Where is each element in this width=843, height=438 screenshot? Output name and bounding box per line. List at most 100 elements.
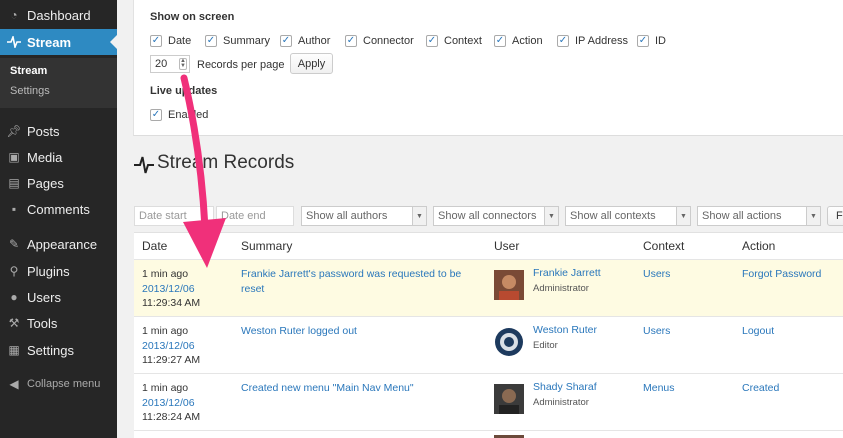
- column-toggle-id[interactable]: ✓ ID: [637, 35, 666, 47]
- table-row: 1 min ago 2013/12/06 11:29:34 AM Frankie…: [134, 259, 843, 316]
- contexts-filter-select[interactable]: Show all contexts ▼: [565, 206, 691, 226]
- column-header-summary[interactable]: Summary: [241, 239, 292, 253]
- actions-filter-select[interactable]: Show all actions ▼: [697, 206, 821, 226]
- sidebar-item-pages[interactable]: ▤ Pages: [0, 170, 117, 196]
- checkbox-checked[interactable]: ✓: [280, 35, 292, 47]
- plug-icon: ⚲: [9, 264, 19, 278]
- column-header-user[interactable]: User: [494, 239, 519, 253]
- live-updates-toggle[interactable]: ✓ Enabled: [150, 109, 208, 121]
- brush-icon: ✎: [8, 237, 20, 251]
- authors-filter-select[interactable]: Show all authors ▼: [301, 206, 427, 226]
- connectors-filter-select[interactable]: Show all connectors ▼: [433, 206, 559, 226]
- sidebar-item-users[interactable]: ● Users: [0, 284, 117, 310]
- apply-button[interactable]: Apply: [290, 53, 333, 74]
- stream-submenu: Stream Settings: [0, 58, 117, 108]
- records-table: Date Summary User Context Action 1 min a…: [134, 232, 843, 438]
- stream-logo-icon: [134, 156, 154, 174]
- column-toggle-ip-address[interactable]: ✓ IP Address: [557, 35, 628, 47]
- records-per-page-label: Records per page: [197, 59, 285, 71]
- sidebar-item-stream[interactable]: Stream: [0, 29, 117, 55]
- summary-cell: Weston Ruter logged out: [241, 325, 357, 337]
- user-link[interactable]: Weston Ruter: [533, 324, 597, 336]
- checkbox-checked[interactable]: ✓: [345, 35, 357, 47]
- action-link[interactable]: Created: [742, 381, 779, 396]
- sidebar-item-label: Comments: [27, 201, 90, 217]
- sidebar-item-dashboard[interactable]: ◔ Dashboard: [0, 2, 117, 28]
- checkbox-checked[interactable]: ✓: [557, 35, 569, 47]
- context-link[interactable]: Menus: [643, 381, 675, 396]
- comment-icon: ▪: [11, 202, 17, 216]
- column-toggle-context[interactable]: ✓ Context: [426, 35, 482, 47]
- column-toggle-date[interactable]: ✓ Date: [150, 35, 191, 47]
- column-toggle-summary[interactable]: ✓ Summary: [205, 35, 270, 47]
- chevron-down-icon: ▼: [676, 207, 690, 225]
- chevron-down-icon: ▼: [412, 207, 426, 225]
- checkbox-checked[interactable]: ✓: [205, 35, 217, 47]
- date-link[interactable]: 2013/12/06: [142, 282, 200, 297]
- table-row: [134, 430, 843, 438]
- wrench-icon: ⚒: [8, 316, 20, 330]
- column-toggle-author[interactable]: ✓ Author: [280, 35, 330, 47]
- sidebar-item-plugins[interactable]: ⚲ Plugins: [0, 258, 117, 284]
- settings-icon: ▦: [8, 343, 20, 357]
- avatar[interactable]: [494, 270, 524, 300]
- sidebar-item-settings[interactable]: ▦ Settings: [0, 337, 117, 363]
- date-end-input[interactable]: Date end: [216, 206, 294, 226]
- date-cell: 1 min ago 2013/12/06 11:28:24 AM: [142, 382, 201, 423]
- show-on-screen-heading: Show on screen: [150, 11, 235, 23]
- collapse-icon: ◀: [9, 377, 19, 391]
- checkbox-checked[interactable]: ✓: [150, 109, 162, 121]
- sidebar-item-label: Settings: [27, 342, 74, 358]
- checkbox-checked[interactable]: ✓: [637, 35, 649, 47]
- sidebar-item-label: Appearance: [27, 236, 98, 252]
- sidebar-item-appearance[interactable]: ✎ Appearance: [0, 231, 117, 257]
- submenu-item-settings[interactable]: Settings: [10, 85, 50, 97]
- date-link[interactable]: 2013/12/06: [142, 396, 200, 411]
- chevron-down-icon: ▼: [806, 207, 820, 225]
- live-updates-heading: Live updates: [150, 85, 218, 97]
- context-link[interactable]: Users: [643, 267, 670, 282]
- table-row: 1 min ago 2013/12/06 11:29:27 AM Weston …: [134, 316, 843, 373]
- sidebar-item-posts[interactable]: 📌︎ Posts: [0, 118, 117, 144]
- column-header-context[interactable]: Context: [643, 239, 684, 253]
- action-link[interactable]: Logout: [742, 324, 774, 339]
- action-link[interactable]: Forgot Password: [742, 267, 821, 282]
- submenu-item-stream[interactable]: Stream: [10, 65, 47, 77]
- sidebar-item-comments[interactable]: ▪ Comments: [0, 196, 117, 222]
- user-role: Administrator: [533, 397, 589, 408]
- collapse-menu-button[interactable]: ◀ Collapse menu: [0, 371, 117, 397]
- filter-button[interactable]: Fi: [827, 206, 843, 226]
- user-role: Editor: [533, 340, 558, 351]
- column-toggle-action[interactable]: ✓ Action: [494, 35, 543, 47]
- media-icon: ▣: [8, 150, 20, 164]
- date-link[interactable]: 2013/12/06: [142, 339, 200, 354]
- user-link[interactable]: Frankie Jarrett: [533, 267, 601, 279]
- sidebar-item-tools[interactable]: ⚒ Tools: [0, 310, 117, 336]
- page-title: Stream Records: [157, 152, 295, 173]
- column-toggle-connector[interactable]: ✓ Connector: [345, 35, 414, 47]
- avatar[interactable]: [494, 327, 524, 357]
- user-role: Administrator: [533, 283, 589, 294]
- context-link[interactable]: Users: [643, 324, 670, 339]
- checkbox-checked[interactable]: ✓: [150, 35, 162, 47]
- checkbox-checked[interactable]: ✓: [426, 35, 438, 47]
- pin-icon: 📌︎: [6, 124, 22, 138]
- sidebar-item-media[interactable]: ▣ Media: [0, 144, 117, 170]
- records-per-page-input[interactable]: 20 ▲ ▼: [150, 55, 190, 73]
- active-menu-caret: [110, 35, 117, 49]
- sidebar-item-label: Users: [27, 289, 61, 305]
- sidebar-item-label: Tools: [27, 315, 58, 331]
- chevron-down-icon: ▼: [544, 207, 558, 225]
- avatar[interactable]: [494, 384, 524, 414]
- sidebar-item-label: Dashboard: [27, 7, 91, 23]
- date-cell: 1 min ago 2013/12/06 11:29:27 AM: [142, 325, 201, 366]
- column-header-date[interactable]: Date: [142, 239, 167, 253]
- checkbox-checked[interactable]: ✓: [494, 35, 506, 47]
- user-link[interactable]: Shady Sharaf: [533, 381, 597, 393]
- date-start-input[interactable]: Date start: [134, 206, 214, 226]
- sidebar-item-label: Posts: [27, 123, 60, 139]
- column-header-action[interactable]: Action: [742, 239, 775, 253]
- dashboard-icon: ◔: [10, 8, 18, 22]
- collapse-menu-label: Collapse menu: [27, 378, 101, 390]
- number-spinner-icon[interactable]: ▲ ▼: [179, 58, 187, 70]
